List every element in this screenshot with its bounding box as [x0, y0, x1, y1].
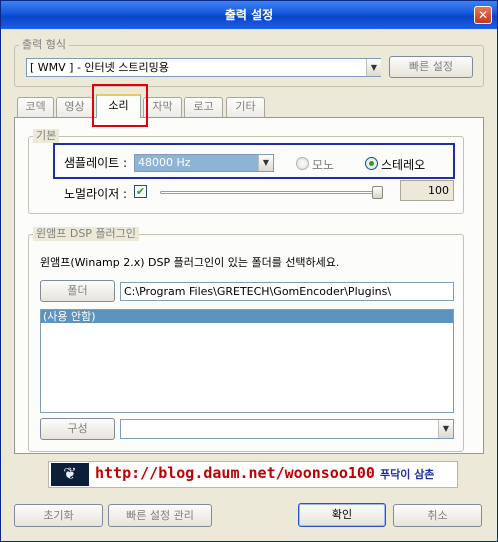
reset-button[interactable]: 초기화 [14, 504, 103, 527]
samplerate-value: 48000 Hz [138, 156, 191, 169]
normalizer-slider-thumb[interactable] [372, 186, 383, 199]
samplerate-combo[interactable]: 48000 Hz [134, 154, 274, 172]
normalizer-value-box: 100 [400, 180, 454, 201]
folder-path-field[interactable]: C:\Program Files\GRETECH\GomEncoder\Plug… [120, 282, 454, 301]
samplerate-label: 샘플레이트 : [64, 156, 128, 170]
dsp-group-label: 윈앰프 DSP 플러그인 [33, 227, 139, 241]
checkmark-icon: ✔ [135, 185, 146, 198]
config-dropdown-button[interactable]: ▼ [438, 420, 453, 438]
config-button[interactable]: 구성 [40, 418, 115, 440]
plugin-list-item[interactable]: (사용 안함) [41, 310, 453, 323]
plugin-list-item-label: (사용 안함) [43, 310, 96, 323]
mono-radio[interactable] [296, 157, 309, 170]
reset-button-label: 초기화 [43, 509, 74, 522]
tab-etc[interactable]: 기타 [226, 97, 265, 117]
output-format-dropdown-button[interactable]: ▼ [366, 59, 381, 76]
close-button[interactable]: ✕ [474, 6, 492, 24]
blog-author: 푸닥이 삼촌 [380, 468, 435, 481]
window-title: 출력 설정 [224, 8, 274, 22]
quick-settings-button[interactable]: 빠른 설정 [389, 56, 473, 78]
output-format-group-label: 출력 형식 [19, 38, 69, 52]
tab-video[interactable]: 영상 [56, 97, 93, 117]
chevron-down-icon: ▼ [370, 63, 378, 72]
bird-logo-icon: ❦ [51, 463, 89, 486]
basic-group-label: 기본 [33, 129, 60, 143]
cancel-button-label: 취소 [427, 509, 448, 522]
ok-button[interactable]: 확인 [298, 503, 386, 527]
tab-codec[interactable]: 코덱 [17, 97, 54, 117]
normalizer-value: 100 [428, 184, 449, 197]
chevron-down-icon: ▼ [262, 158, 270, 167]
plugin-list[interactable]: (사용 안함) [40, 309, 454, 413]
stereo-radio[interactable] [365, 157, 378, 170]
manage-quick-settings-label: 빠른 설정 관리 [126, 509, 194, 522]
blog-url[interactable]: http://blog.daum.net/woonsoo100 [95, 464, 375, 482]
quick-settings-label: 빠른 설정 [409, 60, 453, 73]
folder-button-label: 폴더 [67, 284, 88, 297]
close-icon: ✕ [477, 8, 489, 22]
output-format-combo[interactable]: [ WMV ] - 인터넷 스트리밍용 [26, 58, 381, 77]
tab-logo-label: 로고 [193, 100, 214, 113]
tab-codec-label: 코덱 [25, 100, 46, 113]
manage-quick-settings-button[interactable]: 빠른 설정 관리 [108, 504, 212, 527]
chevron-down-icon: ▼ [442, 424, 450, 433]
stereo-label: 스테레오 [381, 158, 426, 172]
folder-path-value: C:\Program Files\GRETECH\GomEncoder\Plug… [124, 285, 392, 298]
tab-subtitle-label: 자막 [152, 100, 173, 113]
title-bar[interactable]: 출력 설정 [1, 1, 497, 29]
tab-etc-label: 기타 [235, 100, 256, 113]
ok-button-label: 확인 [331, 508, 353, 521]
folder-button[interactable]: 폴더 [40, 280, 115, 302]
config-combo[interactable] [120, 419, 454, 439]
output-format-value: [ WMV ] - 인터넷 스트리밍용 [30, 61, 169, 74]
mono-label: 모노 [312, 158, 335, 172]
radio-selected-dot [369, 161, 374, 166]
samplerate-dropdown-button[interactable]: ▼ [258, 155, 273, 171]
cancel-button[interactable]: 취소 [393, 504, 482, 527]
dsp-description: 윈앰프(Winamp 2.x) DSP 플러그인이 있는 폴더를 선택하세요. [40, 256, 340, 269]
normalizer-checkbox[interactable]: ✔ [134, 185, 147, 198]
tab-logo[interactable]: 로고 [184, 97, 223, 117]
normalizer-label: 노멀라이저 : [64, 187, 128, 201]
config-button-label: 구성 [67, 422, 88, 435]
normalizer-slider-track[interactable] [160, 191, 382, 194]
tab-subtitle[interactable]: 자막 [143, 97, 182, 117]
tab-highlight-annotation [92, 84, 148, 127]
tab-video-label: 영상 [64, 100, 85, 113]
